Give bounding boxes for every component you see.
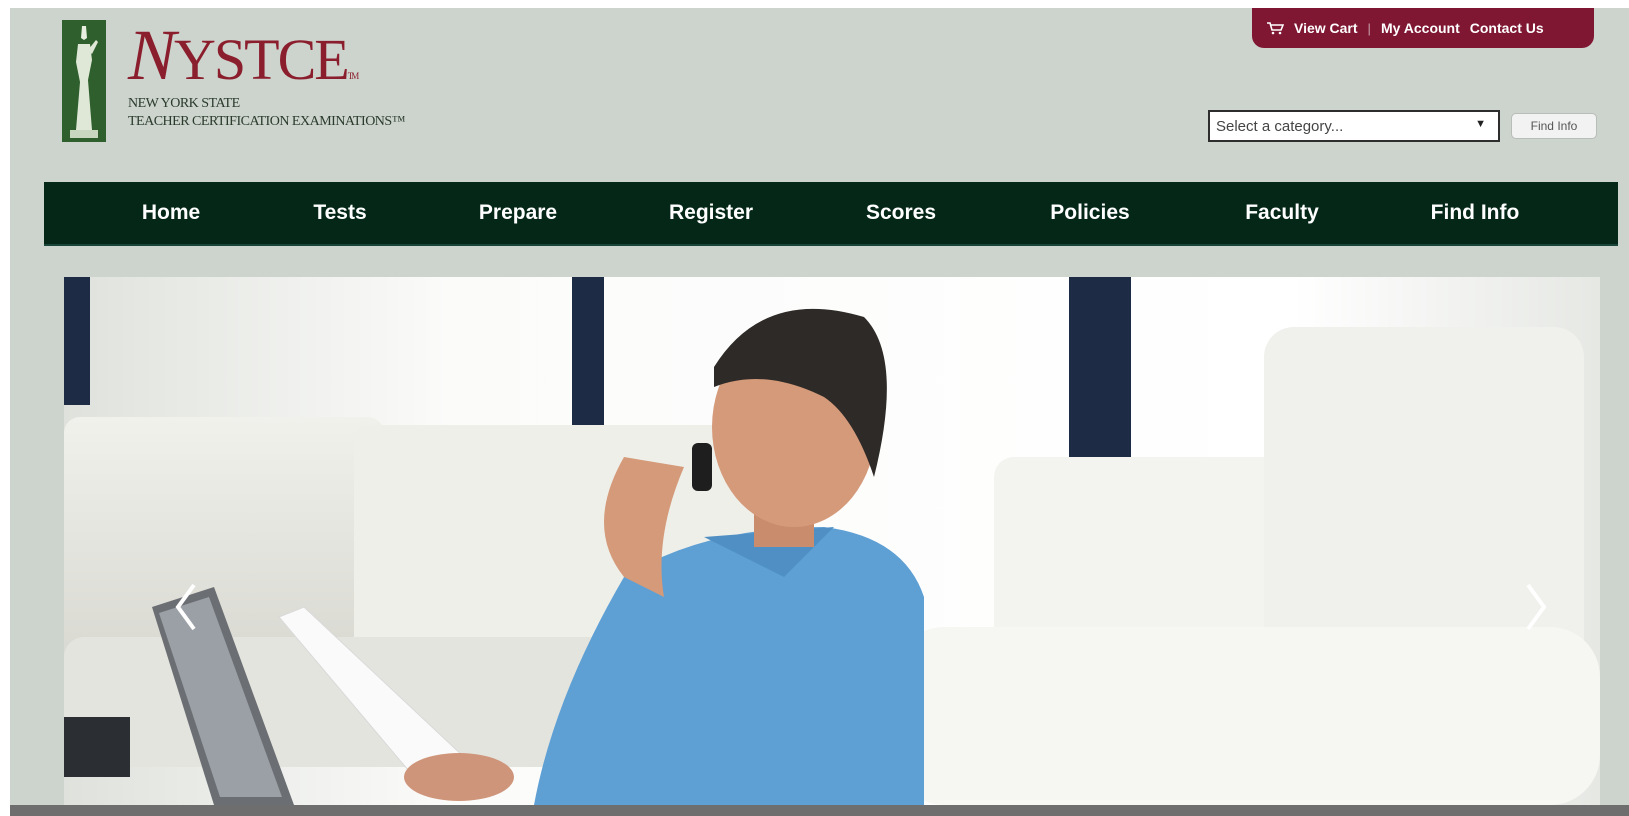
dropdown-arrow-icon: ▼: [1475, 118, 1486, 130]
category-select[interactable]: Select a category... ▼: [1208, 110, 1500, 142]
statue-of-liberty-icon: [62, 20, 106, 142]
carousel-prev-button[interactable]: [170, 577, 202, 637]
logo-wordmark: NYSTCETM: [128, 14, 359, 97]
logo-trademark: TM: [347, 71, 359, 81]
nav-find-info[interactable]: Find Info: [1431, 201, 1520, 225]
logo-subtitle-line1: NEW YORK STATE: [128, 96, 240, 111]
logo-initial: N: [128, 15, 176, 95]
horizontal-scrollbar[interactable]: [10, 805, 1629, 816]
utility-separator: |: [1367, 20, 1371, 36]
nav-home[interactable]: Home: [142, 201, 200, 225]
contact-us-link[interactable]: Contact Us: [1470, 20, 1544, 36]
hero-carousel: [64, 277, 1600, 805]
nav-scores[interactable]: Scores: [866, 201, 936, 225]
carousel-next-button[interactable]: [1520, 577, 1552, 637]
main-nav: Home Tests Prepare Register Scores Polic…: [44, 182, 1618, 246]
nav-policies[interactable]: Policies: [1050, 201, 1129, 225]
logo-emblem: [62, 20, 106, 142]
view-cart-link[interactable]: View Cart: [1294, 20, 1358, 36]
cart-icon[interactable]: [1266, 21, 1284, 35]
site-logo[interactable]: NYSTCETM NEW YORK STATE TEACHER CERTIFIC…: [62, 14, 482, 146]
logo-name-rest: YSTCE: [174, 27, 350, 92]
logo-subtitle-line2: TEACHER CERTIFICATION EXAMINATIONS™: [128, 114, 405, 129]
top-edge: [0, 0, 1629, 8]
utility-bar: View Cart | My Account Contact Us: [1252, 8, 1594, 48]
left-edge: [0, 0, 10, 816]
my-account-link[interactable]: My Account: [1381, 20, 1460, 36]
hero-image: [64, 277, 1600, 805]
nav-register[interactable]: Register: [669, 201, 753, 225]
nav-tests[interactable]: Tests: [313, 201, 366, 225]
nav-prepare[interactable]: Prepare: [479, 201, 557, 225]
chevron-right-icon: [1526, 583, 1547, 631]
nav-faculty[interactable]: Faculty: [1245, 201, 1319, 225]
find-info-button[interactable]: Find Info: [1511, 113, 1597, 139]
category-select-value: Select a category...: [1216, 117, 1344, 135]
chevron-left-icon: [175, 583, 196, 631]
